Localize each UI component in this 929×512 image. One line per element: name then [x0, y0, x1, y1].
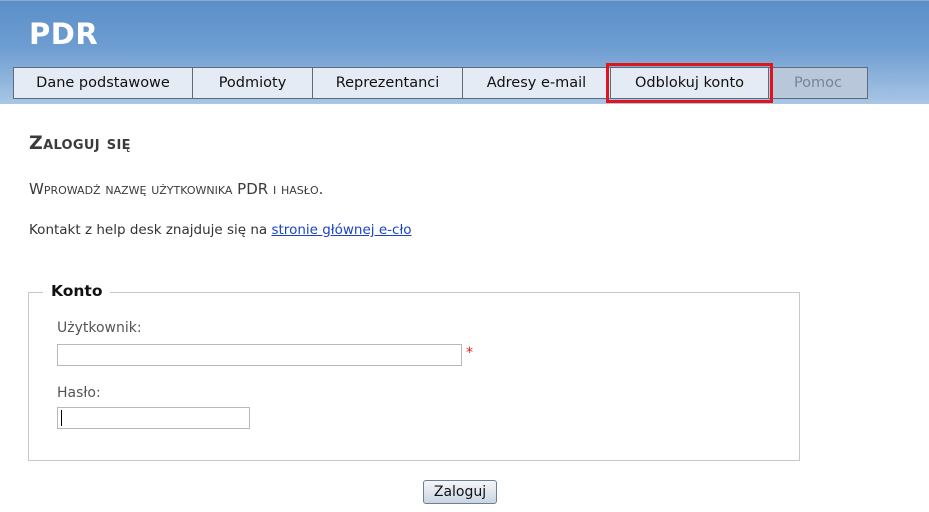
- fieldset-legend: Konto: [43, 282, 111, 300]
- login-button[interactable]: Zaloguj: [423, 480, 497, 504]
- page-subtitle: Wprowadź nazwę użytkownika PDR i hasło.: [29, 180, 324, 198]
- app-header: PDR Dane podstawowe Podmioty Reprezentan…: [0, 0, 929, 104]
- tab-reprezentanci[interactable]: Reprezentanci: [312, 67, 463, 99]
- page-title: Zaloguj się: [29, 132, 131, 154]
- main-nav-tabs: Dane podstawowe Podmioty Reprezentanci A…: [13, 63, 868, 103]
- required-marker: *: [466, 345, 473, 361]
- username-label: Użytkownik:: [57, 320, 142, 336]
- tab-pomoc[interactable]: Pomoc: [768, 67, 868, 99]
- contact-info: Kontakt z help desk znajduje się na stro…: [29, 222, 412, 238]
- username-input[interactable]: [57, 344, 462, 366]
- tab-odblokuj-konto[interactable]: Odblokuj konto: [606, 63, 773, 103]
- tab-adresy-email[interactable]: Adresy e-mail: [462, 67, 611, 99]
- password-label: Hasło:: [57, 385, 101, 401]
- contact-text: Kontakt z help desk znajduje się na: [29, 222, 268, 238]
- app-title: PDR: [29, 17, 99, 51]
- tab-dane-podstawowe[interactable]: Dane podstawowe: [13, 67, 193, 99]
- account-fieldset: Konto Użytkownik: * Hasło:: [28, 282, 800, 461]
- text-caret: [61, 410, 62, 426]
- password-input[interactable]: [57, 407, 250, 429]
- tab-podmioty[interactable]: Podmioty: [192, 67, 313, 99]
- main-page-link[interactable]: stronie głównej e-cło: [271, 222, 411, 238]
